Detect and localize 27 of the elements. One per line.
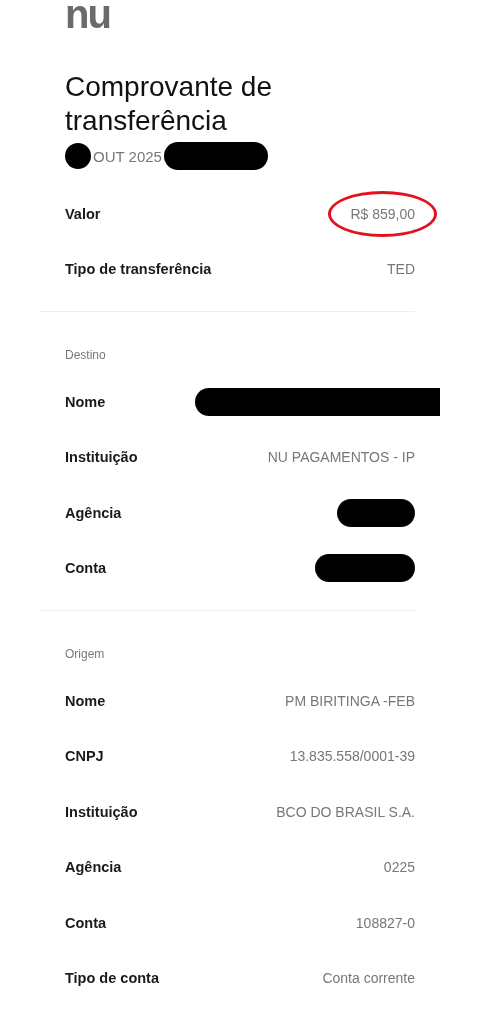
field-label: Valor [65, 205, 101, 222]
field-label: Nome [65, 692, 106, 709]
field-label: Instituição [65, 449, 138, 466]
date-text: OUT 2025 [93, 147, 162, 165]
redaction-mark [65, 143, 91, 169]
field-label: Conta [65, 560, 107, 577]
field-label: Conta [65, 914, 107, 931]
field-label: Nome [65, 393, 106, 410]
field-value: 0225 [383, 859, 415, 876]
field-value: Conta corrente [322, 970, 415, 987]
receipt-title: Comprovante de transferência [65, 70, 273, 138]
section-heading: Origem [65, 647, 105, 663]
field-value: 13.835.558/0001-39 [289, 748, 415, 765]
field-value: R$ 859,00 [350, 205, 415, 222]
field-label: Tipo de conta [65, 970, 159, 987]
field-label: Agência [65, 859, 122, 876]
field-value: NU PAGAMENTOS - IP [267, 449, 415, 466]
field-value: 108827-0 [355, 914, 415, 931]
field-value: PM BIRITINGA -FEB [285, 692, 415, 709]
field-label: CNPJ [65, 748, 104, 765]
field-label: Tipo de transferência [65, 261, 212, 278]
section-heading: Destino [65, 348, 106, 364]
field-value: TED [387, 261, 415, 278]
field-value: BCO DO BRASIL S.A. [276, 803, 415, 820]
field-label: Agência [65, 504, 122, 521]
logo: nu [65, 0, 110, 28]
field-label: Instituição [65, 803, 138, 820]
